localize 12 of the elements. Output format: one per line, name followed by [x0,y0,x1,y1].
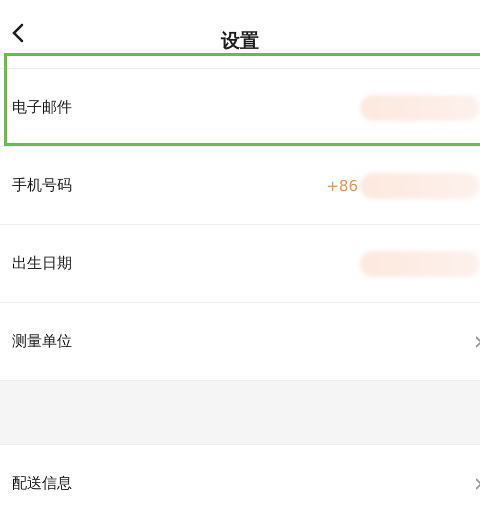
row-label: 配送信息 [12,474,72,493]
settings-row[interactable]: 出生日期 [0,224,480,302]
row-label: 测量单位 [12,332,72,351]
row-label: 电子邮件 [12,98,72,117]
row-label: 出生日期 [12,254,72,273]
settings-row[interactable]: 电子邮件 [0,68,480,146]
settings-row[interactable]: 配送信息 [0,444,480,516]
settings-row[interactable]: 手机号码 +86 [0,146,480,224]
page-title: 设置 [221,29,259,54]
row-label: 手机号码 [12,176,72,195]
back-icon[interactable] [10,22,26,44]
row-value: +86 [326,176,358,194]
